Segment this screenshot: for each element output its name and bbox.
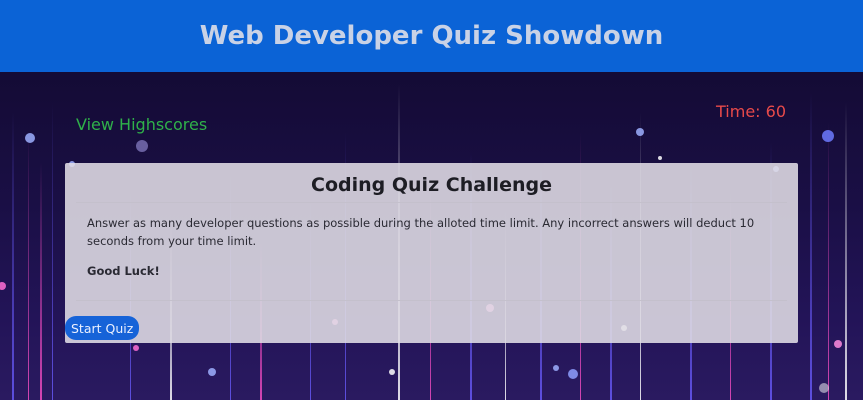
page-title: Web Developer Quiz Showdown: [199, 21, 664, 51]
timer-display: Time: 60: [716, 102, 786, 121]
start-quiz-button[interactable]: Start Quiz: [65, 316, 140, 340]
card-footer-divider: [76, 300, 787, 301]
quiz-intro-card: Coding Quiz Challenge Answer as many dev…: [65, 163, 798, 343]
card-title: Coding Quiz Challenge: [311, 174, 552, 196]
card-body: Answer as many developer questions as po…: [65, 203, 798, 280]
view-highscores-link[interactable]: View Highscores: [76, 115, 207, 134]
good-luck-text: Good Luck!: [87, 264, 160, 278]
quiz-description: Answer as many developer questions as po…: [87, 216, 755, 248]
page-header: Web Developer Quiz Showdown: [0, 0, 863, 72]
